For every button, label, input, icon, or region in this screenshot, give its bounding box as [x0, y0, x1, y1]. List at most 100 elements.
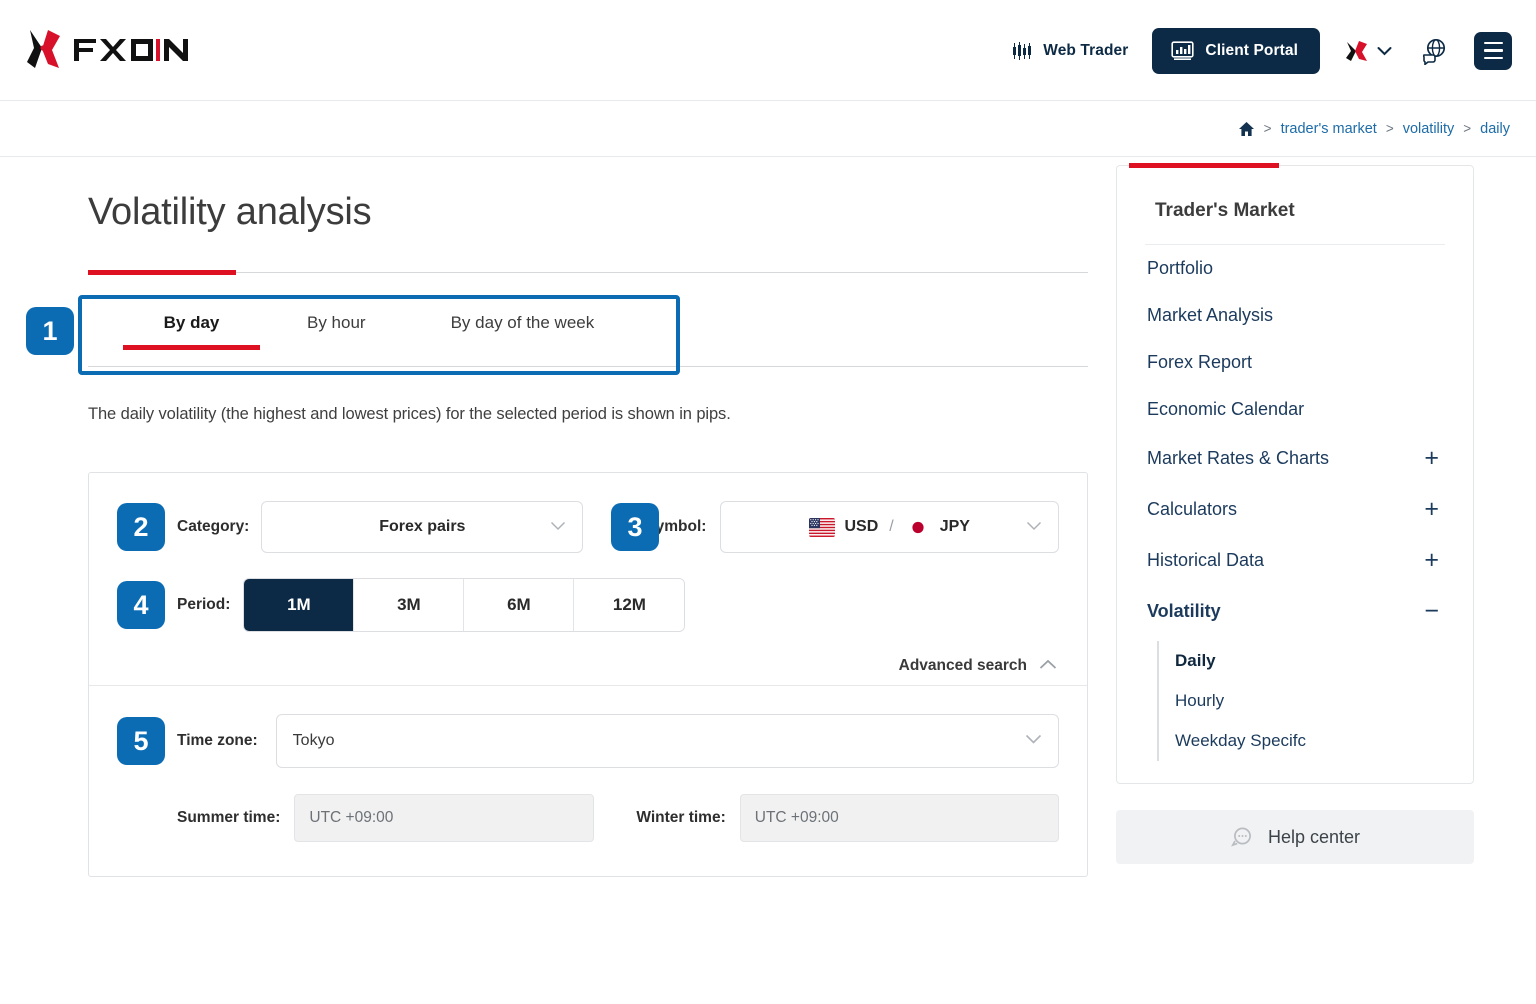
period-option-12m[interactable]: 12M — [574, 579, 685, 631]
flag-usd-icon — [809, 517, 836, 537]
period-segmented-control: 1M 3M 6M 12M — [244, 579, 685, 631]
sidebar-item-label: Forex Report — [1147, 352, 1253, 372]
sidebar-item-economic-calendar[interactable]: Economic Calendar — [1145, 386, 1445, 433]
web-trader-button[interactable]: Web Trader — [1012, 40, 1128, 62]
sidebar-subitem-daily[interactable]: Daily — [1175, 641, 1445, 681]
client-portal-label: Client Portal — [1205, 41, 1298, 59]
chevron-down-icon — [550, 518, 566, 536]
headset-chat-icon — [1230, 827, 1251, 847]
sidebar-item-label: Economic Calendar — [1147, 399, 1305, 419]
sidebar-item-label: Market Analysis — [1147, 305, 1274, 325]
sidebar-subitem-hourly[interactable]: Hourly — [1175, 681, 1445, 721]
category-select[interactable]: Forex pairs — [261, 501, 584, 553]
fxon-logo-wordmark — [74, 39, 188, 61]
page-description: The daily volatility (the highest and lo… — [88, 405, 731, 423]
advanced-search-toggle[interactable]: Advanced search — [117, 657, 1059, 675]
page-body: Volatility analysis 1 By day By hour By … — [0, 157, 1536, 877]
chevron-down-icon — [1377, 46, 1392, 55]
breadcrumb-item-daily[interactable]: daily — [1480, 121, 1510, 137]
period-row: 4 Period: 1M 3M 6M 12M — [117, 579, 1059, 631]
step-badge-3: 3 — [611, 503, 659, 551]
breadcrumb-item-volatility[interactable]: volatility — [1403, 121, 1455, 137]
plus-icon[interactable]: + — [1424, 446, 1443, 471]
fxon-logo[interactable] — [26, 28, 200, 70]
minus-icon[interactable]: − — [1424, 599, 1443, 624]
plus-icon[interactable]: + — [1424, 497, 1443, 522]
category-label: Category: — [177, 518, 250, 535]
sidebar-item-label: Historical Data — [1147, 550, 1265, 570]
sidebar-item-label: Market Rates & Charts — [1147, 448, 1330, 468]
candlestick-chart-icon — [1013, 41, 1032, 60]
sidebar-item-label: Portfolio — [1147, 258, 1214, 278]
currency-pair: USD / JPY — [809, 517, 970, 537]
home-icon[interactable] — [1238, 121, 1255, 137]
step-badge-4: 4 — [117, 581, 165, 629]
breadcrumb-separator: > — [1463, 121, 1472, 136]
sidebar-item-historical-data[interactable]: Historical Data + — [1145, 535, 1445, 586]
plus-icon[interactable]: + — [1424, 548, 1443, 573]
sidebar-item-label: Calculators — [1147, 499, 1238, 519]
step-badge-2: 2 — [117, 503, 165, 551]
hamburger-menu-button[interactable] — [1474, 31, 1512, 70]
sidebar-item-calculators[interactable]: Calculators + — [1145, 484, 1445, 535]
breadcrumb-bar: > trader's market > volatility > daily — [0, 101, 1536, 157]
hamburger-menu-icon — [1483, 49, 1503, 52]
summer-time-value: UTC +09:00 — [294, 794, 595, 842]
sidebar-item-market-analysis[interactable]: Market Analysis — [1145, 292, 1445, 339]
breadcrumb-separator: > — [1263, 121, 1272, 136]
step-badge-1: 1 — [26, 307, 74, 355]
sidebar-subitem-weekday-specifc[interactable]: Weekday Specifc — [1175, 721, 1445, 761]
site-header: Web Trader Client Portal — [0, 0, 1536, 101]
timezone-row: 5 Time zone: Tokyo — [117, 714, 1059, 768]
period-label: Period: — [177, 596, 231, 613]
sidebar-item-market-rates-charts[interactable]: Market Rates & Charts + — [1145, 433, 1445, 484]
timezone-select[interactable]: Tokyo — [275, 714, 1059, 768]
winter-time-value: UTC +09:00 — [739, 794, 1059, 842]
period-option-1m[interactable]: 1M — [244, 579, 355, 631]
category-symbol-row: 2 Category: Forex pairs 3 Symbol: USD / … — [117, 501, 1059, 553]
search-form-top: 2 Category: Forex pairs 3 Symbol: USD / … — [89, 473, 1087, 685]
breadcrumb-item-traders-market[interactable]: trader's market — [1281, 121, 1377, 137]
period-option-3m[interactable]: 3M — [354, 579, 465, 631]
tab-bar-wrapper: 1 By day By hour By day of the week — [26, 295, 1088, 375]
breadcrumb: > trader's market > volatility > daily — [1238, 121, 1510, 137]
fxon-logo-mark — [27, 30, 60, 68]
period-option-6m[interactable]: 6M — [464, 579, 575, 631]
globe-chat-icon — [1422, 38, 1446, 65]
sidebar-item-forex-report[interactable]: Forex Report — [1145, 339, 1445, 386]
daylight-time-row: Summer time: UTC +09:00 Winter time: UTC… — [117, 794, 1059, 842]
bar-chart-monitor-icon — [1171, 40, 1195, 60]
search-form-bottom: 5 Time zone: Tokyo Summer time: UTC +09:… — [89, 686, 1087, 876]
sidebar-item-portfolio[interactable]: Portfolio — [1145, 245, 1445, 292]
timezone-label: Time zone: — [177, 732, 258, 749]
client-portal-button[interactable]: Client Portal — [1152, 27, 1320, 74]
volatility-sub-nav: Daily Hourly Weekday Specifc — [1157, 641, 1445, 761]
winter-time-label: Winter time: — [636, 809, 726, 826]
hamburger-menu-icon — [1483, 56, 1503, 60]
main-content: Volatility analysis 1 By day By hour By … — [26, 157, 1088, 877]
web-trader-label: Web Trader — [1043, 41, 1129, 59]
chevron-up-icon — [1039, 657, 1057, 675]
chevron-down-icon — [1025, 732, 1042, 750]
globe-support-button[interactable] — [1420, 37, 1448, 65]
advanced-search-label: Advanced search — [898, 657, 1027, 674]
header-actions: Web Trader Client Portal — [1012, 0, 1512, 101]
title-underline — [88, 270, 1088, 275]
fxon-x-icon — [1346, 40, 1367, 61]
tab-bar-highlight-outline — [78, 295, 680, 375]
summer-time-label: Summer time: — [177, 809, 281, 826]
flag-jpy-icon — [904, 517, 931, 537]
help-center-label: Help center — [1267, 826, 1361, 847]
sidebar-item-volatility[interactable]: Volatility − — [1145, 586, 1445, 637]
sidebar-card-title: Trader's Market — [1145, 166, 1445, 245]
sidebar-item-label: Volatility — [1147, 601, 1221, 621]
symbol-select[interactable]: USD / JPY — [720, 501, 1059, 553]
chevron-down-icon — [1026, 518, 1042, 536]
symbol-separator: / — [889, 518, 894, 535]
help-center-button[interactable]: Help center — [1116, 810, 1474, 864]
sidebar: Trader's Market Portfolio Market Analysi… — [1088, 157, 1474, 877]
language-switcher[interactable] — [1344, 38, 1392, 64]
category-value: Forex pairs — [379, 518, 466, 535]
symbol-base: USD — [844, 518, 879, 535]
timezone-value: Tokyo — [292, 732, 335, 749]
